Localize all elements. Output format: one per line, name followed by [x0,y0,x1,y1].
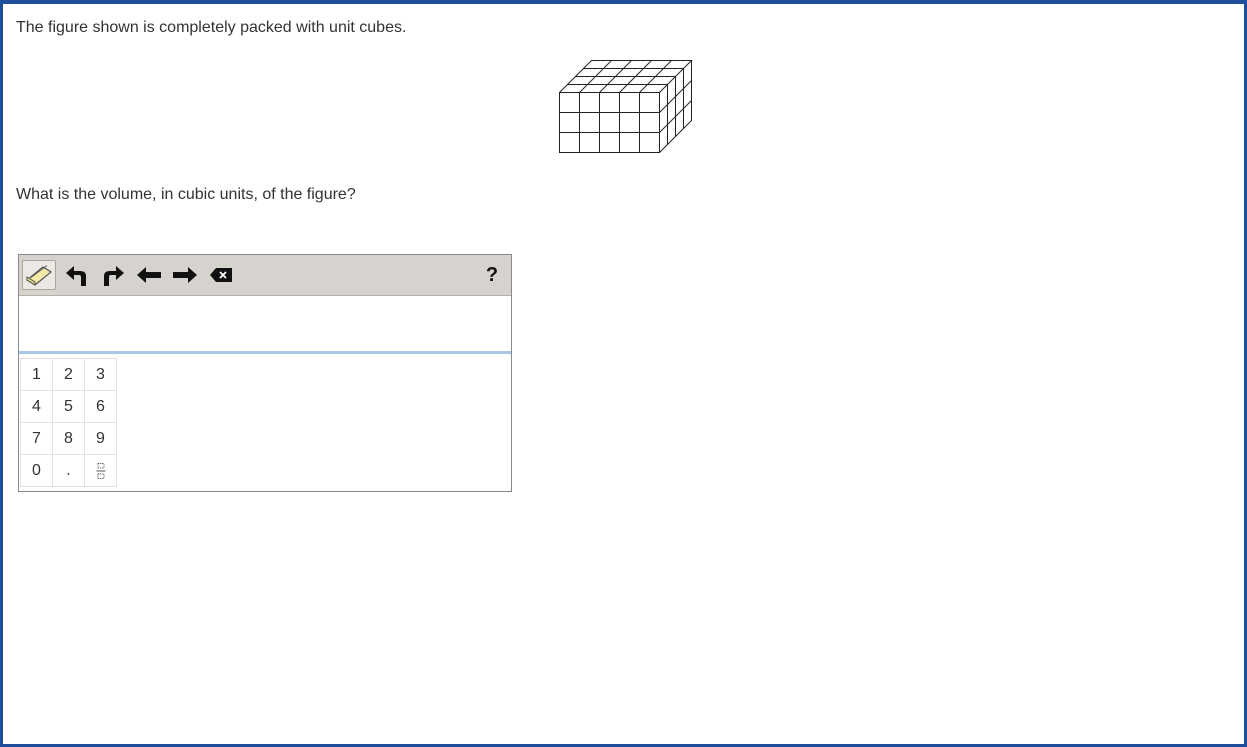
question-text: What is the volume, in cubic units, of t… [16,186,356,203]
key-4[interactable]: 4 [20,390,53,423]
redo-button[interactable] [96,260,130,290]
redo-icon [104,266,124,286]
eraser-icon [25,265,53,286]
key-decimal[interactable]: . [52,454,85,487]
key-6[interactable]: 6 [84,390,117,423]
key-8[interactable]: 8 [52,422,85,455]
help-button[interactable]: ? [477,260,507,290]
item-frame: The figure shown is completely packed wi… [0,0,1247,747]
key-9[interactable]: 9 [84,422,117,455]
arrow-left-icon [137,267,161,283]
key-2[interactable]: 2 [52,358,85,391]
key-0[interactable]: 0 [20,454,53,487]
move-left-button[interactable] [132,260,166,290]
fraction-icon [96,462,105,479]
editor-toolbar: ? [19,255,511,296]
backspace-icon [210,268,232,282]
prompt-text: The figure shown is completely packed wi… [16,19,407,36]
answer-input[interactable] [19,296,511,354]
backspace-button[interactable] [204,260,238,290]
key-1[interactable]: 1 [20,358,53,391]
undo-icon [66,266,86,286]
key-5[interactable]: 5 [52,390,85,423]
key-7[interactable]: 7 [20,422,53,455]
keypad: 1 2 3 4 5 6 7 8 9 0 . [20,358,117,487]
equation-editor: ? 1 2 3 4 5 6 7 8 9 0 . [18,254,512,492]
clear-button[interactable] [22,260,56,290]
arrow-right-icon [173,267,197,283]
undo-button[interactable] [60,260,94,290]
move-right-button[interactable] [168,260,202,290]
key-3[interactable]: 3 [84,358,117,391]
cube-figure [559,60,693,153]
key-fraction[interactable] [84,454,117,487]
